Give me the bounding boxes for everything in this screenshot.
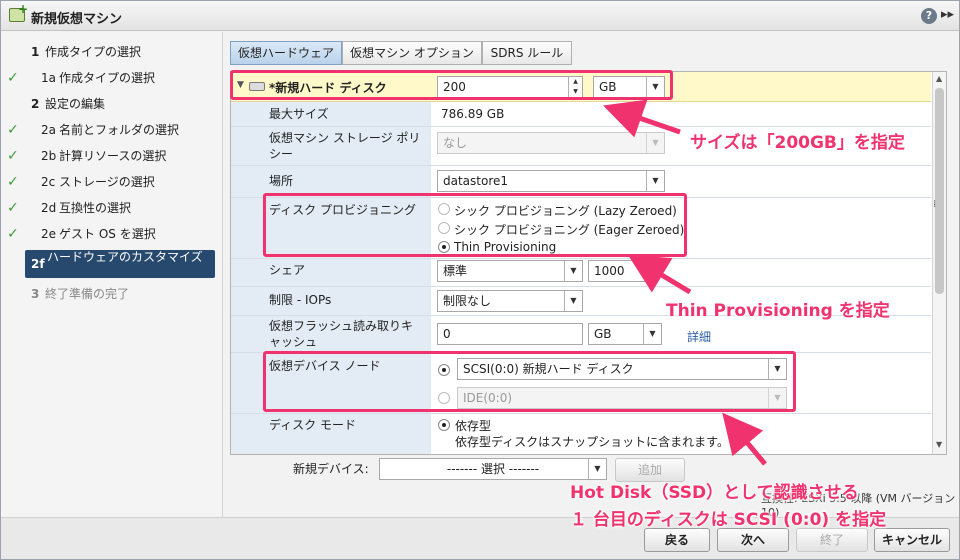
step-label: 互換性の選択 (59, 201, 132, 215)
step-number: 2a (41, 123, 56, 137)
chevron-down-icon: ▼ (646, 133, 664, 153)
tab-sdrs-rules[interactable]: SDRS ルール (482, 41, 572, 65)
new-device-value: ------- 選択 ------- (446, 462, 540, 476)
check-icon: ✓ (7, 226, 19, 242)
finish-button[interactable]: 終了 (796, 528, 868, 552)
max-size-value: 786.89 GB (441, 107, 505, 121)
help-icon[interactable]: ? (921, 8, 937, 24)
step-label: ハードウェアのカスタマイズ (47, 250, 203, 264)
step-label: 終了準備の完了 (45, 287, 130, 301)
step-2b[interactable]: ✓ 2b 計算リソースの選択 (1, 145, 223, 167)
scroll-thumb[interactable] (935, 88, 944, 294)
form-scrollbar[interactable]: ▲ ▼ (932, 72, 946, 454)
check-icon: ✓ (7, 200, 19, 216)
step-number: 1 (31, 45, 40, 59)
check-icon: ✓ (7, 174, 19, 190)
new-vm-icon (9, 2, 28, 22)
storage-policy-select: なし ▼ (437, 132, 665, 154)
step-label: 計算リソースの選択 (59, 149, 167, 163)
step-number: 2 (31, 97, 40, 111)
step-2[interactable]: 2 設定の編集 (1, 93, 223, 115)
tab-virtual-hardware[interactable]: 仮想ハードウェア (230, 41, 342, 65)
divider (231, 413, 931, 414)
step-label: ゲスト OS を選択 (59, 227, 156, 241)
annotation-box-provisioning (263, 193, 687, 257)
annotation-hotdisk-text-2: １ 台目のディスクは SCSI (0:0) を指定 (570, 510, 887, 530)
annotation-box-size (230, 70, 673, 100)
disk-mode-label: ディスク モード (269, 418, 356, 432)
step-2a[interactable]: ✓ 2a 名前とフォルダの選択 (1, 119, 223, 141)
step-2d[interactable]: ✓ 2d 互換性の選択 (1, 197, 223, 219)
location-value: datastore1 (443, 174, 509, 188)
disk-mode-value[interactable]: 依存型 (455, 417, 491, 434)
location-label: 場所 (269, 174, 294, 188)
check-icon: ✓ (7, 70, 19, 86)
step-label: 名前とフォルダの選択 (59, 123, 180, 137)
flash-cache-label: 仮想フラッシュ読み取りキャッシュ (269, 319, 414, 349)
step-number: 2f (31, 257, 45, 271)
iops-label: 制限 - IOPs (269, 293, 332, 307)
chevron-down-icon: ▼ (564, 261, 582, 281)
max-size-label: 最大サイズ (269, 107, 329, 121)
back-button[interactable]: 戻る (644, 528, 710, 552)
step-3: 3 終了準備の完了 (1, 283, 223, 305)
share-label: シェア (269, 263, 306, 277)
step-2c[interactable]: ✓ 2c ストレージの選択 (1, 171, 223, 193)
iops-select[interactable]: 制限なし ▼ (437, 290, 583, 312)
divider (231, 286, 931, 287)
divider (231, 258, 931, 259)
step-number: 2e (41, 227, 57, 241)
check-icon: ✓ (7, 122, 19, 138)
resize-grip-icon[interactable]: ⁞ (933, 199, 936, 210)
new-device-label: 新規デバイス: (293, 462, 369, 476)
step-label: 作成タイプの選択 (59, 71, 156, 85)
annotation-thin-text: Thin Provisioning を指定 (666, 301, 890, 321)
step-number: 1a (41, 71, 56, 85)
step-number: 2d (41, 201, 57, 215)
location-select[interactable]: datastore1 ▼ (437, 170, 665, 192)
chevron-down-icon: ▼ (646, 171, 664, 191)
new-device-select[interactable]: ------- 選択 ------- ▼ (379, 458, 607, 480)
step-number: 3 (31, 287, 40, 301)
divider (231, 165, 931, 166)
step-label: 設定の編集 (45, 97, 106, 111)
chevron-down-icon: ▼ (643, 324, 661, 344)
share-value: 標準 (443, 264, 468, 278)
annotation-box-device-node (263, 351, 796, 412)
radio-dependent-mode[interactable] (438, 419, 450, 431)
tab-vm-options[interactable]: 仮想マシン オプション (342, 41, 482, 65)
divider (231, 126, 931, 127)
title-bar: 新規仮想マシン ? ▸▸ (1, 1, 959, 31)
step-number: 2c (41, 175, 56, 189)
window-title: 新規仮想マシン (31, 12, 123, 27)
flash-cache-input[interactable]: 0 (437, 323, 583, 345)
chevron-down-icon: ▼ (588, 459, 606, 479)
step-2e[interactable]: ✓ 2e ゲスト OS を選択 (1, 223, 223, 245)
step-1[interactable]: 1 作成タイプの選択 (1, 41, 223, 63)
expand-icon[interactable]: ▸▸ (941, 7, 954, 22)
storage-policy-value: なし (443, 136, 468, 150)
disk-mode-description: 依存型ディスクはスナップショットに含まれます。 (455, 435, 729, 449)
flash-detail-link[interactable]: 詳細 (687, 328, 711, 345)
step-label: ストレージの選択 (59, 175, 155, 189)
step-2f[interactable]: 2f ハードウェアのカスタマイズ (25, 250, 215, 278)
wizard-steps: 1 作成タイプの選択 ✓ 1a 作成タイプの選択 2 設定の編集 ✓ 2a 名前… (1, 32, 223, 517)
flash-cache-unit-select[interactable]: GB ▼ (588, 323, 662, 345)
check-icon: ✓ (7, 148, 19, 164)
share-select[interactable]: 標準 ▼ (437, 260, 583, 282)
step-1a[interactable]: ✓ 1a 作成タイプの選択 (1, 67, 223, 89)
annotation-size-text: サイズは「200GB」を指定 (690, 133, 905, 153)
iops-value: 制限なし (443, 294, 492, 308)
next-button[interactable]: 次へ (717, 528, 789, 552)
scroll-up-icon[interactable]: ▲ (936, 74, 942, 83)
share-number-input[interactable]: 1000 (588, 260, 646, 282)
step-number: 2b (41, 149, 57, 163)
storage-policy-label: 仮想マシン ストレージ ポリシー (269, 131, 421, 161)
annotation-hotdisk-text-1: Hot Disk（SSD）として認識させる (570, 483, 859, 503)
cancel-button[interactable]: キャンセル (874, 528, 950, 552)
flash-cache-unit: GB (594, 327, 612, 341)
step-label: 作成タイプの選択 (45, 45, 142, 59)
chevron-down-icon: ▼ (564, 291, 582, 311)
scroll-down-icon[interactable]: ▼ (936, 440, 942, 449)
